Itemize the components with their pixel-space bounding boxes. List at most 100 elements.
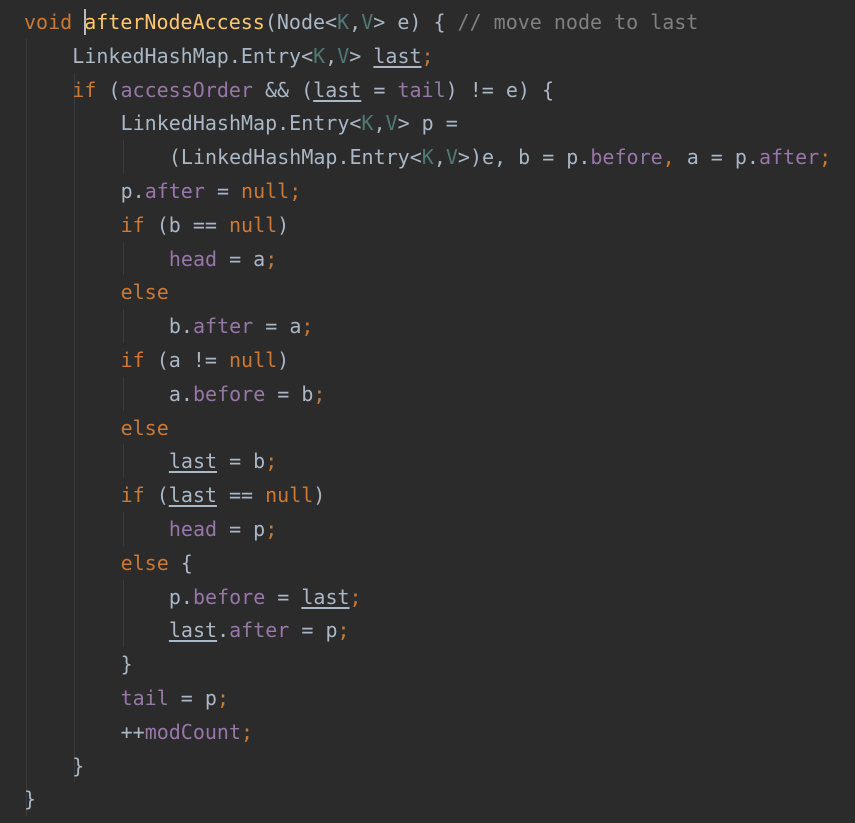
code-token: )	[277, 348, 290, 372]
code-token: )	[277, 212, 290, 237]
code-token: = a	[217, 246, 266, 271]
code-token: =	[361, 77, 398, 102]
code-line[interactable]: if (accessOrder && (last = tail) != e) {	[72, 73, 554, 107]
code-token: last	[313, 77, 362, 102]
code-token: ;	[265, 517, 278, 541]
indent-guide	[74, 72, 76, 783]
code-token: // move node to last	[457, 10, 699, 34]
code-token: LinkedHashMap.Entry<	[72, 43, 314, 68]
indent-guide	[122, 309, 124, 343]
code-line[interactable]: last.after = p;	[169, 613, 350, 647]
code-line[interactable]: else	[121, 275, 169, 309]
code-line[interactable]: head = p;	[169, 512, 277, 546]
code-line[interactable]: if (a != null)	[121, 343, 290, 377]
code-line[interactable]: if (b == null)	[121, 208, 290, 242]
code-token: (	[144, 483, 169, 508]
code-token: last	[168, 449, 218, 474]
code-token: =	[204, 179, 242, 203]
code-token: if	[120, 483, 145, 508]
code-line[interactable]: ++modCount;	[121, 715, 253, 749]
code-token: b.	[168, 314, 193, 339]
code-line[interactable]: }	[72, 749, 84, 783]
code-line[interactable]: if (last == null)	[121, 478, 326, 512]
code-token: V	[337, 43, 350, 68]
code-token: >	[349, 43, 374, 68]
code-token: before	[192, 381, 266, 406]
code-line[interactable]: }	[121, 647, 133, 681]
code-token: void	[24, 10, 73, 34]
code-token: accessOrder	[120, 77, 253, 102]
code-token: ,	[373, 111, 386, 136]
code-token: ;	[313, 381, 326, 406]
code-token: ,	[433, 145, 446, 170]
code-token: last	[168, 483, 217, 508]
code-line[interactable]: last = b;	[169, 444, 277, 478]
code-token: V	[361, 10, 374, 34]
indent-guide	[122, 241, 124, 276]
code-line[interactable]: (LinkedHashMap.Entry<K,V>)e, b = p.befor…	[169, 140, 831, 174]
text-cursor	[84, 9, 86, 35]
code-token: last	[373, 43, 422, 68]
code-line[interactable]: p.before = last;	[169, 580, 362, 614]
code-token: else	[120, 415, 169, 440]
code-token: a.	[168, 381, 193, 406]
code-token: else	[120, 280, 169, 305]
code-token: V	[445, 145, 458, 170]
code-editor[interactable]: void afterNodeAccess(Node<K,V> e) { // m…	[0, 0, 855, 823]
code-token: (Node<	[264, 10, 338, 34]
code-line[interactable]: head = a;	[169, 242, 277, 276]
code-line[interactable]: }	[24, 782, 36, 816]
code-line[interactable]: else {	[121, 546, 193, 580]
code-token: K	[421, 145, 434, 170]
code-token: ;	[216, 686, 229, 710]
code-line[interactable]: b.after = a;	[169, 309, 314, 343]
code-token: = a	[253, 314, 302, 339]
code-token: (a !=	[144, 348, 229, 372]
code-token: (LinkedHashMap.Entry<	[168, 145, 422, 170]
code-line[interactable]: p.after = null;	[121, 174, 302, 208]
code-token: null	[265, 483, 314, 508]
code-token: > p =	[397, 111, 458, 136]
code-line[interactable]: else	[121, 411, 169, 445]
code-line[interactable]: LinkedHashMap.Entry<K,V> p =	[121, 106, 458, 140]
code-token: ;	[349, 584, 362, 609]
code-token: if	[120, 212, 145, 237]
code-token: = p	[217, 517, 266, 541]
code-token: K	[361, 111, 374, 136]
code-token: p.	[120, 179, 145, 203]
code-token: head	[168, 517, 218, 541]
indent-guide	[122, 512, 124, 546]
code-token: ;	[289, 179, 302, 203]
code-token: afterNodeAccess	[84, 10, 265, 34]
indent-guide	[122, 444, 124, 479]
code-token: K	[313, 43, 326, 68]
code-line[interactable]: void afterNodeAccess(Node<K,V> e) { // m…	[24, 5, 698, 39]
code-token: =	[265, 584, 302, 609]
code-token: ;	[337, 618, 350, 643]
code-line[interactable]: tail = p;	[121, 681, 229, 715]
code-token: null	[241, 179, 290, 203]
code-token: && (	[252, 77, 314, 102]
code-token: head	[168, 246, 218, 271]
code-token: = b	[217, 449, 266, 474]
code-token: after	[758, 145, 820, 170]
indent-guide	[122, 579, 124, 648]
code-token: .	[217, 618, 230, 643]
code-token: }	[72, 753, 85, 778]
code-token: ) != e) {	[445, 77, 554, 102]
code-token: ,	[662, 145, 687, 170]
code-token: ;	[265, 246, 278, 271]
code-token: ==	[216, 483, 266, 508]
code-token: ;	[421, 43, 434, 68]
code-line[interactable]: LinkedHashMap.Entry<K,V> last;	[72, 39, 433, 73]
code-token: a = p.	[686, 145, 759, 170]
code-token: = p	[168, 686, 217, 710]
code-line[interactable]: a.before = b;	[169, 377, 326, 411]
code-token: (	[96, 77, 121, 102]
code-token: }	[24, 787, 37, 812]
code-token: >)e, b = p.	[457, 145, 591, 170]
code-token: if	[72, 77, 97, 102]
code-token: ,	[325, 43, 338, 68]
code-token: {	[168, 550, 193, 575]
code-token: after	[192, 314, 254, 339]
